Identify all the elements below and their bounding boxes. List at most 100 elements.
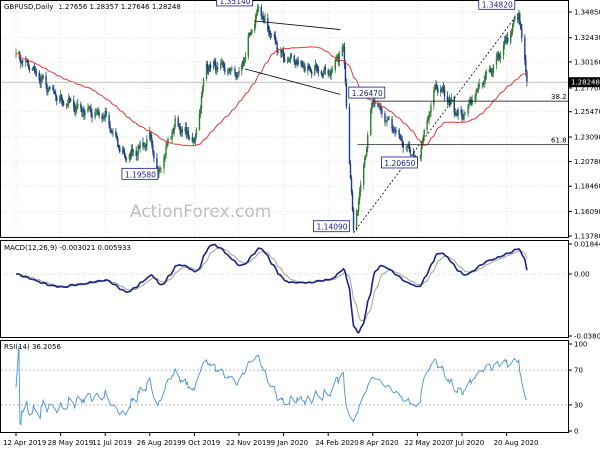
candle-body bbox=[110, 129, 112, 132]
candle-body bbox=[289, 55, 292, 61]
candle-body bbox=[359, 184, 362, 193]
candle-body bbox=[132, 150, 135, 153]
rsi-tick-label: 70 bbox=[574, 367, 583, 375]
price-tick-label: 1.25470 bbox=[574, 108, 600, 116]
candle-body bbox=[194, 134, 197, 142]
candle-body bbox=[322, 72, 325, 77]
candle-body bbox=[275, 41, 277, 43]
candle-body bbox=[241, 64, 243, 71]
candle-body bbox=[429, 112, 431, 115]
candle-body bbox=[256, 8, 259, 14]
candle-body bbox=[80, 103, 82, 109]
candle-body bbox=[54, 92, 56, 94]
candle-body bbox=[433, 90, 435, 105]
candle-body bbox=[199, 109, 202, 114]
candle-body bbox=[395, 129, 397, 132]
candle-body bbox=[324, 67, 326, 70]
candle-body bbox=[108, 115, 110, 125]
candle-body bbox=[188, 137, 191, 139]
candle-body bbox=[77, 103, 79, 106]
price-tick-label: 1.34850 bbox=[574, 9, 600, 17]
candle-body bbox=[139, 142, 141, 148]
time-axis: 12 Apr 2019 28 May 201911 Jul 2019 26 Aug … bbox=[3, 433, 538, 447]
rsi-tick-label: 0 bbox=[574, 428, 578, 436]
candle-body bbox=[53, 88, 55, 93]
candle-body bbox=[97, 110, 99, 113]
candle-body bbox=[75, 109, 77, 113]
candle-body bbox=[222, 62, 224, 64]
candle-body bbox=[206, 64, 209, 70]
macd-tick-label: -0.038095 bbox=[574, 333, 600, 341]
candle-body bbox=[293, 55, 295, 63]
candle-body bbox=[426, 121, 428, 130]
candle-body bbox=[345, 82, 348, 107]
candle-body bbox=[351, 192, 354, 211]
candle-body bbox=[116, 135, 118, 139]
candle-body bbox=[365, 155, 367, 159]
candle-body bbox=[123, 152, 126, 156]
candle-body bbox=[247, 36, 249, 57]
forex-chart: ActionForex.com GBPUSD,Daily 1.27656 1.28… bbox=[0, 0, 600, 447]
candle-body bbox=[386, 119, 388, 122]
candle-body bbox=[118, 145, 120, 148]
candle-body bbox=[463, 114, 465, 120]
time-tick-label: 26 Aug 2019 bbox=[137, 439, 182, 447]
candle-body bbox=[224, 67, 226, 72]
time-tick-label: 8 Apr 2020 bbox=[360, 439, 399, 447]
candle-body bbox=[313, 68, 316, 75]
candle-body bbox=[22, 61, 24, 63]
time-tick-label: 28 May 2019 bbox=[48, 439, 94, 447]
price-annotation-label: 1.35140 bbox=[220, 0, 251, 6]
fib-38-label: 38.2 bbox=[551, 93, 567, 101]
candle-body bbox=[334, 60, 336, 70]
candle-body bbox=[461, 110, 463, 119]
candle-body bbox=[198, 113, 201, 130]
candle-body bbox=[122, 149, 125, 153]
candle-body bbox=[173, 126, 175, 133]
macd-pane bbox=[0, 240, 569, 338]
candle-body bbox=[268, 30, 271, 35]
candle-body bbox=[495, 57, 498, 65]
candle-body bbox=[434, 84, 436, 91]
candle-body bbox=[33, 66, 36, 71]
candle-body bbox=[112, 131, 114, 133]
time-tick-label: 20 Aug 2020 bbox=[494, 439, 539, 447]
candle-body bbox=[301, 61, 303, 66]
candle-body bbox=[453, 97, 455, 113]
candle-body bbox=[338, 55, 341, 62]
candle-body bbox=[105, 111, 107, 116]
candle-body bbox=[412, 153, 415, 157]
candle-body bbox=[406, 146, 408, 148]
candle-body bbox=[87, 107, 89, 112]
candle-body bbox=[94, 112, 96, 118]
candle-body bbox=[409, 149, 412, 154]
candle-body bbox=[28, 67, 31, 70]
candle-body bbox=[27, 63, 30, 68]
candle-body bbox=[489, 69, 492, 72]
candle-body bbox=[443, 89, 446, 97]
candle-body bbox=[450, 97, 453, 101]
candle-body bbox=[251, 30, 253, 33]
candle-body bbox=[512, 20, 515, 25]
ohlc-label: 1.27656 1.28357 1.27646 1.28248 bbox=[58, 3, 180, 11]
time-tick-label: 11 Jul 2019 bbox=[92, 439, 132, 447]
candle-body bbox=[56, 96, 58, 101]
candle-body bbox=[152, 144, 154, 152]
candle-body bbox=[428, 114, 430, 121]
time-tick-label: 9 Oct 2019 bbox=[181, 439, 220, 447]
candle-body bbox=[234, 68, 236, 74]
candle-body bbox=[38, 72, 40, 81]
candle-body bbox=[171, 132, 173, 139]
candle-body bbox=[379, 105, 381, 107]
candle-body bbox=[255, 15, 257, 24]
price-annotation-label: 1.20650 bbox=[384, 159, 415, 168]
candle-body bbox=[98, 112, 100, 116]
price-pane bbox=[0, 0, 569, 238]
candle-body bbox=[408, 144, 410, 150]
candle-body bbox=[282, 51, 285, 59]
candle-body bbox=[401, 139, 403, 143]
candle-body bbox=[352, 210, 355, 230]
candle-body bbox=[255, 13, 258, 16]
candle-body bbox=[136, 154, 138, 156]
candle-body bbox=[34, 70, 37, 72]
